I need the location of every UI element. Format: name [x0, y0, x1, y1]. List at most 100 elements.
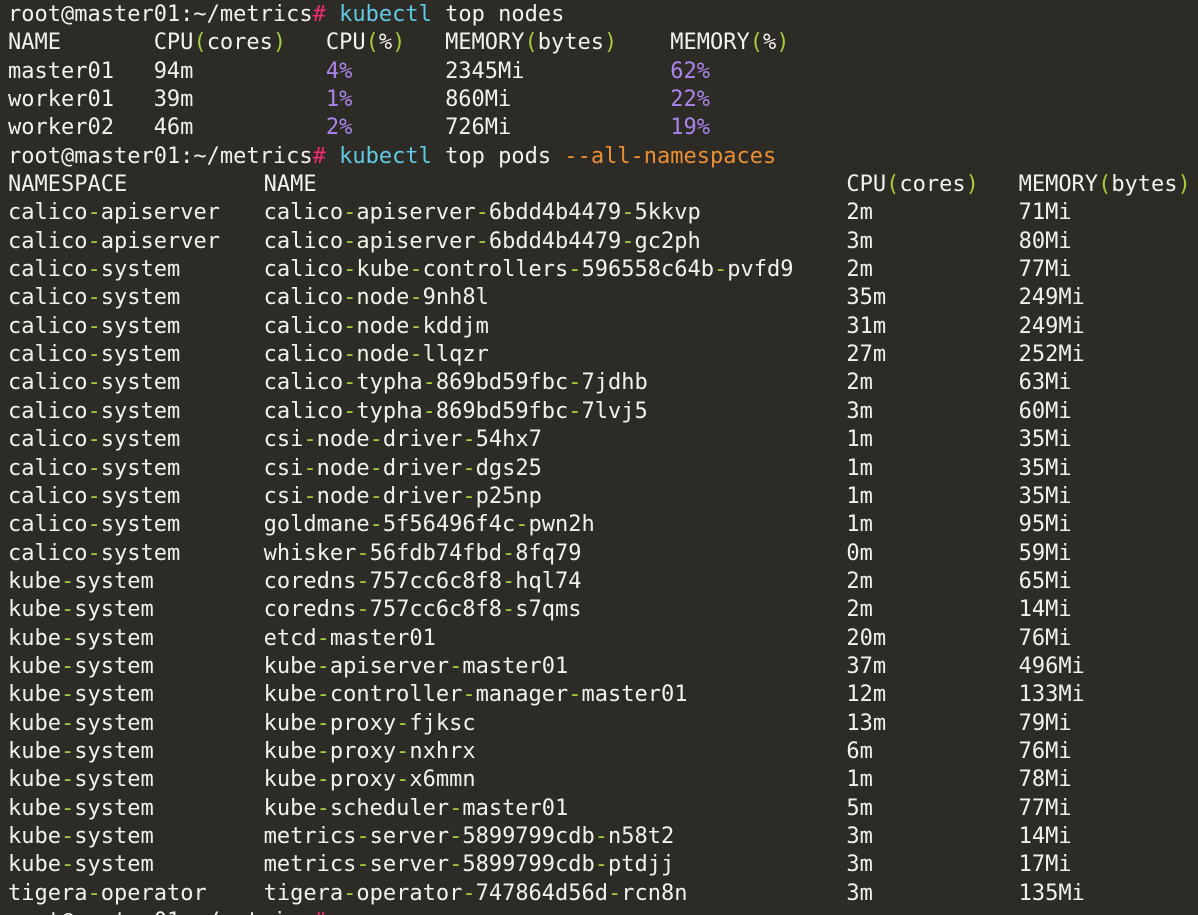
pod-row: tigera-operator tigera-operator-747864d56…: [8, 880, 1198, 908]
pod-name-cell: calico-node-kddjm: [263, 313, 489, 339]
pod-namespace-cell: calico-system: [8, 540, 181, 566]
command-args: top pods: [445, 143, 552, 169]
pod-namespace-cell: tigera-operator: [8, 880, 207, 906]
pod-namespace-cell: calico-system: [8, 313, 181, 339]
pod-cpu-cell: 27m: [846, 342, 887, 368]
pod-namespace-cell: calico-system: [8, 370, 181, 396]
pod-row: calico-system calico-node-kddjm 31m 249Mi: [8, 313, 1198, 341]
nodes-header-cell: MEMORY(%): [670, 30, 790, 56]
pod-namespace-cell: calico-system: [8, 342, 181, 368]
pod-name-cell: kube-proxy-nxhrx: [263, 738, 476, 764]
pod-memory-cell: 59Mi: [1018, 540, 1072, 566]
pod-row: kube-system metrics-server-5899799cdb-ptd…: [8, 851, 1198, 879]
pods-header-cell: NAME: [263, 172, 317, 198]
pod-memory-cell: 35Mi: [1018, 483, 1072, 509]
pod-cpu-cell: 3m: [846, 398, 873, 424]
command-flag: --all-namespaces: [564, 143, 777, 169]
prompt-hash: #: [312, 2, 326, 27]
pod-namespace-cell: kube-system: [8, 568, 154, 594]
partial-next-prompt-line: root@master01:~/metrics#: [8, 908, 1198, 915]
pod-name-cell: coredns-757cc6c8f8-s7qms: [263, 597, 582, 623]
pod-namespace-cell: kube-system: [8, 682, 154, 708]
pod-memory-cell: 252Mi: [1018, 342, 1085, 368]
pod-cpu-cell: 3m: [846, 880, 873, 906]
nodes-header-cell: MEMORY(bytes): [445, 30, 618, 56]
terminal-screen: root@master01:~/metrics# kubectl top nod…: [0, 0, 1198, 915]
pod-name-cell: goldmane-5f56496f4c-pwn2h: [263, 512, 595, 538]
pod-row: calico-system calico-kube-controllers-596…: [8, 256, 1198, 284]
pod-row: kube-system kube-apiserver-master01 37m 496…: [8, 653, 1198, 681]
node-mem-bytes-cell: 2345Mi: [445, 58, 525, 84]
pod-namespace-cell: calico-system: [8, 257, 181, 283]
command-program: kubectl: [339, 2, 432, 27]
pods-header-cell: NAMESPACE: [8, 172, 128, 198]
command-args: top nodes: [445, 2, 565, 27]
pod-cpu-cell: 1m: [846, 483, 873, 509]
pod-name-cell: kube-apiserver-master01: [263, 653, 569, 679]
node-row: worker02 46m 2% 726Mi 19%: [8, 114, 1198, 142]
pod-cpu-cell: 1m: [846, 427, 873, 453]
pod-cpu-cell: 12m: [846, 682, 887, 708]
pod-namespace-cell: calico-system: [8, 512, 181, 538]
pod-name-cell: whisker-56fdb74fbd-8fq79: [263, 540, 582, 566]
pod-cpu-cell: 0m: [846, 540, 873, 566]
pod-memory-cell: 79Mi: [1018, 710, 1072, 736]
pod-row: kube-system kube-scheduler-master01 5m 77Mi: [8, 795, 1198, 823]
pod-namespace-cell: calico-system: [8, 398, 181, 424]
pod-cpu-cell: 2m: [846, 597, 873, 623]
pod-memory-cell: 71Mi: [1018, 200, 1072, 226]
pod-memory-cell: 14Mi: [1018, 823, 1072, 849]
node-name-cell: worker02: [8, 115, 114, 141]
pod-row: calico-system calico-node-9nh8l 35m 249Mi: [8, 284, 1198, 312]
node-cpu-pct-cell: 2%: [325, 115, 353, 141]
pod-memory-cell: 14Mi: [1018, 597, 1072, 623]
pod-row: calico-system csi-node-driver-dgs25 1m 35Mi: [8, 455, 1198, 483]
pod-memory-cell: 60Mi: [1018, 398, 1072, 424]
pods-header-cell: MEMORY(bytes): [1018, 172, 1191, 198]
pod-cpu-cell: 3m: [846, 852, 873, 878]
prompt-hash: #: [312, 143, 326, 169]
pod-row: kube-system etcd-master01 20m 76Mi: [8, 625, 1198, 653]
pod-name-cell: kube-controller-manager-master01: [263, 682, 688, 708]
pod-memory-cell: 77Mi: [1018, 257, 1072, 283]
pod-row: kube-system kube-controller-manager-maste…: [8, 681, 1198, 709]
pod-name-cell: csi-node-driver-dgs25: [263, 455, 542, 481]
pod-row: calico-system whisker-56fdb74fbd-8fq79 0m 5…: [8, 540, 1198, 568]
pod-cpu-cell: 6m: [846, 738, 873, 764]
pod-name-cell: kube-proxy-x6mmn: [263, 767, 476, 793]
pod-memory-cell: 135Mi: [1018, 880, 1085, 906]
pods-table: NAMESPACE NAME CPU(cores) MEMORY(bytes) cali…: [8, 171, 1198, 908]
pod-namespace-cell: kube-system: [8, 653, 154, 679]
node-cpu-cores-cell: 46m: [153, 115, 194, 141]
command-line-top-pods: root@master01:~/metrics# kubectl top pod…: [8, 143, 1198, 171]
pod-namespace-cell: calico-apiserver: [8, 200, 220, 226]
pod-namespace-cell: kube-system: [8, 852, 154, 878]
node-row: worker01 39m 1% 860Mi 22%: [8, 86, 1198, 114]
pod-memory-cell: 76Mi: [1018, 738, 1072, 764]
pod-name-cell: calico-apiserver-6bdd4b4479-gc2ph: [263, 228, 701, 254]
pod-memory-cell: 17Mi: [1018, 852, 1072, 878]
pod-cpu-cell: 1m: [846, 512, 873, 538]
pod-namespace-cell: kube-system: [8, 710, 154, 736]
prompt-user-path: root@master01:~/metrics: [8, 909, 313, 915]
pod-cpu-cell: 2m: [846, 370, 873, 396]
pod-row: calico-system calico-typha-869bd59fbc-7jd…: [8, 369, 1198, 397]
pod-memory-cell: 76Mi: [1018, 625, 1072, 651]
pod-namespace-cell: kube-system: [8, 738, 154, 764]
pod-cpu-cell: 2m: [846, 257, 873, 283]
pod-memory-cell: 35Mi: [1018, 427, 1072, 453]
pod-row: calico-system csi-node-driver-p25np 1m 35Mi: [8, 483, 1198, 511]
pod-name-cell: metrics-server-5899799cdb-ptdjj: [263, 852, 675, 878]
node-name-cell: worker01: [8, 87, 114, 113]
pod-name-cell: calico-kube-controllers-596558c64b-pvfd9: [263, 257, 794, 283]
pod-cpu-cell: 5m: [846, 795, 873, 821]
pod-row: calico-apiserver calico-apiserver-6bdd4b4…: [8, 228, 1198, 256]
nodes-table: NAME CPU(cores) CPU(%) MEMORY(bytes) MEMORY(…: [8, 29, 1198, 142]
pod-cpu-cell: 1m: [846, 455, 873, 481]
pod-row: calico-apiserver calico-apiserver-6bdd4b4…: [8, 199, 1198, 227]
pod-memory-cell: 95Mi: [1018, 512, 1072, 538]
pods-table-header-row: NAMESPACE NAME CPU(cores) MEMORY(bytes): [8, 171, 1198, 199]
pod-namespace-cell: kube-system: [8, 795, 154, 821]
pod-name-cell: calico-node-9nh8l: [263, 285, 489, 311]
nodes-table-header-row: NAME CPU(cores) CPU(%) MEMORY(bytes) MEMORY(…: [8, 29, 1198, 57]
